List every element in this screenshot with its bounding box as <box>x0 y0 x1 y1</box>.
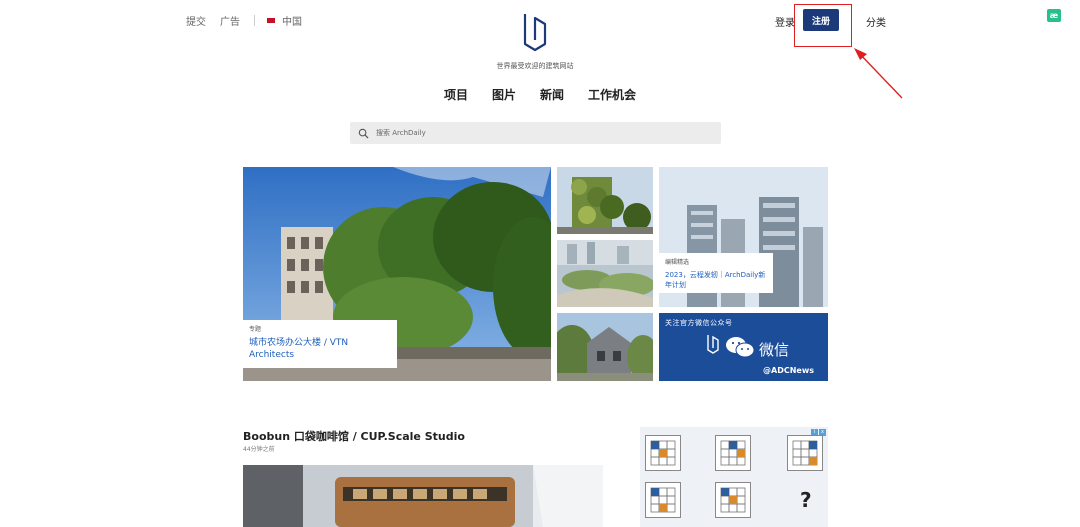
nav-item-projects[interactable]: 项目 <box>444 86 468 103</box>
hero-main-caption[interactable]: 专题 城市农场办公大楼 / VTN Architects <box>243 320 397 368</box>
china-flag-icon <box>267 18 275 23</box>
wechat-word: 微信 <box>759 341 790 359</box>
puzzle-icon <box>645 435 681 471</box>
thumb-green-building[interactable] <box>557 167 653 234</box>
caption-tag: 专题 <box>249 326 262 333</box>
wechat-banner[interactable]: 关注官方微信公众号 微信 @ADCNews <box>659 313 828 381</box>
caption-title[interactable]: 城市农场办公大楼 / VTN Architects <box>249 337 391 361</box>
article-title[interactable]: Boobun 口袋咖啡馆 / CUP.Scale Studio <box>243 428 465 444</box>
thumb-park-aerial[interactable] <box>557 240 653 307</box>
main-nav: 项目 图片 新闻 工作机会 <box>420 86 660 103</box>
puzzle-icon <box>787 435 823 471</box>
categories-link[interactable]: 分类 <box>866 14 886 29</box>
nav-item-jobs[interactable]: 工作机会 <box>588 86 636 103</box>
thumb-house[interactable] <box>557 313 653 381</box>
annotation-arrow-icon <box>854 48 903 99</box>
wechat-icon <box>726 337 755 358</box>
search-icon <box>358 128 369 139</box>
wechat-handle: @ADCNews <box>763 366 814 375</box>
region-selector[interactable]: 中国 <box>282 13 302 28</box>
ads-link[interactable]: 广告 <box>220 13 240 28</box>
register-button[interactable]: 注册 <box>803 9 839 31</box>
search-bar[interactable] <box>350 122 721 144</box>
question-mark: ? <box>800 488 812 512</box>
editor-pick-tag: 编辑精选 <box>665 259 690 266</box>
hero-main-image[interactable]: 专题 城市农场办公大楼 / VTN Architects <box>243 167 551 381</box>
article-time: 44分钟之前 <box>243 446 275 453</box>
login-link[interactable]: 登录 <box>775 14 795 29</box>
editor-pick-caption[interactable]: 编辑精选 2023，云程发轫｜ArchDaily新年计划 <box>659 253 773 293</box>
editor-pick-title[interactable]: 2023，云程发轫｜ArchDaily新年计划 <box>665 270 767 290</box>
thumb-towers[interactable]: 编辑精选 2023，云程发轫｜ArchDaily新年计划 <box>659 167 828 307</box>
archdaily-logo-icon[interactable] <box>518 10 552 52</box>
wechat-heading: 关注官方微信公众号 <box>665 319 733 327</box>
search-input[interactable] <box>376 129 676 137</box>
puzzle-icon <box>715 435 751 471</box>
divider <box>254 15 255 26</box>
puzzle-icon <box>645 482 681 518</box>
nav-item-images[interactable]: 图片 <box>492 86 516 103</box>
site-tagline: 世界最受欢迎的建筑网站 <box>496 62 574 70</box>
extension-icon[interactable]: æ <box>1047 9 1061 22</box>
top-left-links: 提交 广告 中国 <box>186 13 316 28</box>
article-image[interactable] <box>243 465 603 527</box>
archdaily-logo-small-icon <box>707 335 719 354</box>
submit-link[interactable]: 提交 <box>186 13 206 28</box>
puzzle-icon <box>715 482 751 518</box>
nav-item-news[interactable]: 新闻 <box>540 86 564 103</box>
